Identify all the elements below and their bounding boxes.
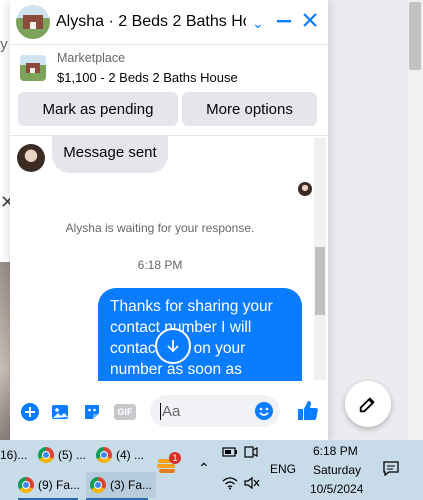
clock-date: 10/5/2024 [310, 482, 364, 496]
taskbar-item-label: 16)... [0, 448, 28, 462]
notification-center-icon[interactable] [382, 460, 400, 476]
sticker-button[interactable] [82, 402, 102, 422]
seen-avatar [298, 182, 312, 196]
message-thread[interactable]: Message sent Alysha is waiting for your … [10, 135, 328, 381]
taskbar-item-label: (4) ... [116, 448, 145, 462]
image-icon [52, 405, 68, 419]
chrome-icon [90, 477, 106, 493]
waiting-status: Alysha is waiting for your response. [65, 221, 255, 235]
more-actions-button[interactable] [20, 402, 40, 422]
message-input[interactable]: Aa [150, 395, 280, 427]
speaker-muted-icon[interactable] [244, 476, 260, 490]
message-composer: GIF Aa [10, 385, 328, 437]
outgoing-message: Thanks for sharing your contact number I… [98, 288, 302, 381]
camera-icon[interactable] [244, 444, 258, 460]
message-input-placeholder: Aa [162, 403, 181, 420]
sender-avatar [17, 144, 45, 172]
sticker-icon [85, 405, 99, 419]
chat-window: Alysha · 2 Beds 2 Baths Ho... ⌄ Marketpl… [10, 0, 328, 440]
background-text: ty [0, 36, 8, 53]
listing-title: $1,100 - 2 Beds 2 Baths House [57, 70, 238, 85]
chevron-up-icon[interactable]: ⌃ [198, 460, 210, 477]
arrow-down-icon [167, 340, 179, 353]
chat-avatar[interactable] [16, 5, 50, 39]
taskbar-item-chrome[interactable]: (4) ... [96, 442, 144, 468]
listing-thumbnail [20, 55, 46, 81]
message-timestamp: 6:18 PM [137, 258, 183, 272]
taskbar-item-chrome[interactable]: (9) Fa... [18, 472, 80, 498]
marketplace-listing[interactable]: Marketplace $1,100 - 2 Beds 2 Baths Hous… [10, 45, 328, 90]
attach-photo-button[interactable] [50, 402, 70, 422]
scroll-to-bottom-button[interactable] [155, 328, 191, 364]
gif-button[interactable]: GIF [114, 404, 136, 420]
listing-category: Marketplace [57, 51, 126, 65]
close-icon[interactable] [302, 12, 318, 28]
taskbar-item-chrome[interactable]: (3) Fa... [86, 472, 157, 498]
clock-time: 6:18 PM [313, 444, 358, 458]
taskbar-item-label: (5) ... [58, 448, 87, 462]
plus-circle-icon [21, 403, 39, 421]
notification-app-button[interactable]: 1 [155, 452, 181, 478]
chat-header[interactable]: Alysha · 2 Beds 2 Baths Ho... ⌄ [10, 0, 328, 45]
text-cursor [160, 403, 161, 420]
windows-taskbar: 16)... (5) ... (4) ... (9) Fa... (3) Fa.… [0, 440, 423, 500]
taskbar-item-label: (9) Fa... [38, 478, 81, 492]
emoji-icon[interactable] [254, 401, 274, 421]
chevron-down-icon[interactable]: ⌄ [252, 12, 264, 34]
battery-icon[interactable] [222, 446, 238, 458]
taskbar-item-chrome[interactable]: (5) ... [38, 442, 86, 468]
incoming-message: Message sent [52, 136, 168, 173]
thumbs-up-icon [298, 401, 318, 420]
chrome-icon [96, 447, 112, 463]
language-indicator[interactable]: ENG [270, 462, 296, 476]
taskbar-item-label: (3) Fa... [110, 478, 153, 492]
wifi-icon[interactable] [222, 476, 238, 490]
notification-badge: 1 [169, 452, 181, 464]
compose-icon [359, 397, 375, 413]
minimize-icon[interactable] [276, 13, 292, 29]
more-options-button[interactable]: More options [182, 92, 317, 126]
taskbar-item[interactable]: 16)... [0, 442, 27, 468]
page-scrollbar-thumb[interactable] [409, 2, 421, 70]
chat-scrollbar-thumb[interactable] [315, 247, 325, 315]
like-button[interactable] [296, 399, 320, 423]
chat-title[interactable]: Alysha · 2 Beds 2 Baths Ho... [56, 13, 246, 31]
new-message-button[interactable] [345, 381, 391, 427]
chrome-icon [38, 447, 54, 463]
clock-day: Saturday [313, 463, 362, 477]
mark-as-pending-button[interactable]: Mark as pending [18, 92, 178, 126]
chrome-icon [18, 477, 34, 493]
